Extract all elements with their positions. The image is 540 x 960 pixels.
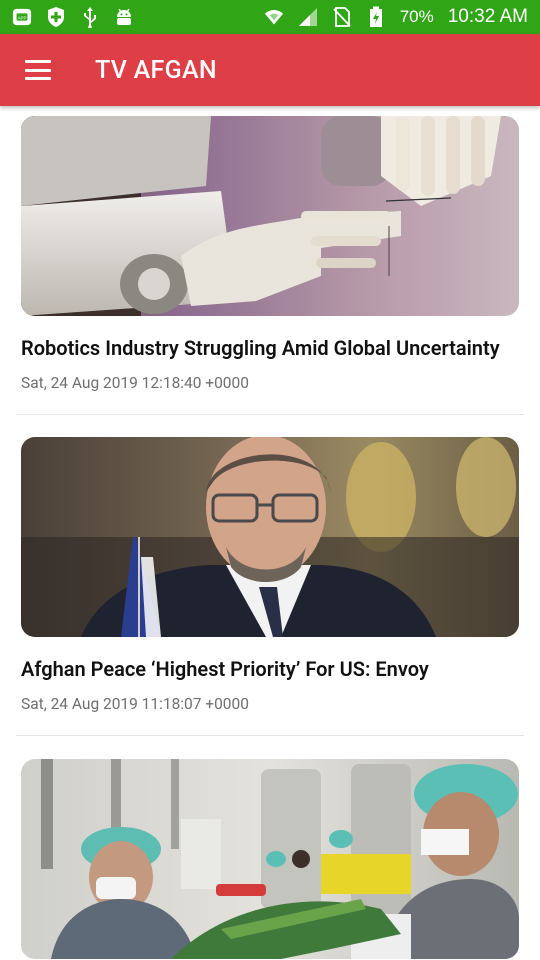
divider [16, 414, 524, 415]
menu-button[interactable] [0, 34, 76, 106]
article-date: Sat, 24 Aug 2019 12:18:40 +0000 [21, 374, 249, 392]
status-bar: APP 70% 10:32 AM [0, 0, 540, 34]
android-debug-icon [114, 7, 134, 27]
article-date: Sat, 24 Aug 2019 11:18:07 +0000 [21, 695, 249, 713]
status-bar-left: APP [12, 7, 134, 28]
app-title: TV AFGAN [95, 55, 217, 85]
article-image-factory-workers[interactable] [21, 759, 519, 959]
article-title[interactable]: Afghan Peace ‘Highest Priority’ For US: … [21, 657, 526, 681]
battery-icon [366, 6, 386, 27]
app-bar: TV AFGAN [0, 34, 540, 106]
article-image-robot-hands[interactable] [21, 116, 519, 316]
cell-signal-icon [298, 7, 318, 27]
article-image-envoy-portrait[interactable] [21, 437, 519, 637]
wifi-icon [264, 7, 284, 27]
article-title[interactable]: Robotics Industry Struggling Amid Global… [21, 336, 526, 360]
status-bar-right: 70% 10:32 AM [264, 6, 528, 28]
hamburger-menu-icon [25, 60, 51, 80]
divider [16, 735, 524, 736]
news-feed[interactable]: Robotics Industry Struggling Amid Global… [0, 106, 540, 960]
no-sim-icon [332, 7, 352, 27]
app-notification-icon: APP [12, 7, 32, 27]
clock: 10:32 AM [447, 6, 528, 27]
usb-icon [80, 7, 100, 28]
svg-text:APP: APP [17, 15, 26, 20]
battery-percent: 70% [399, 7, 434, 26]
shield-plus-icon [46, 7, 66, 27]
